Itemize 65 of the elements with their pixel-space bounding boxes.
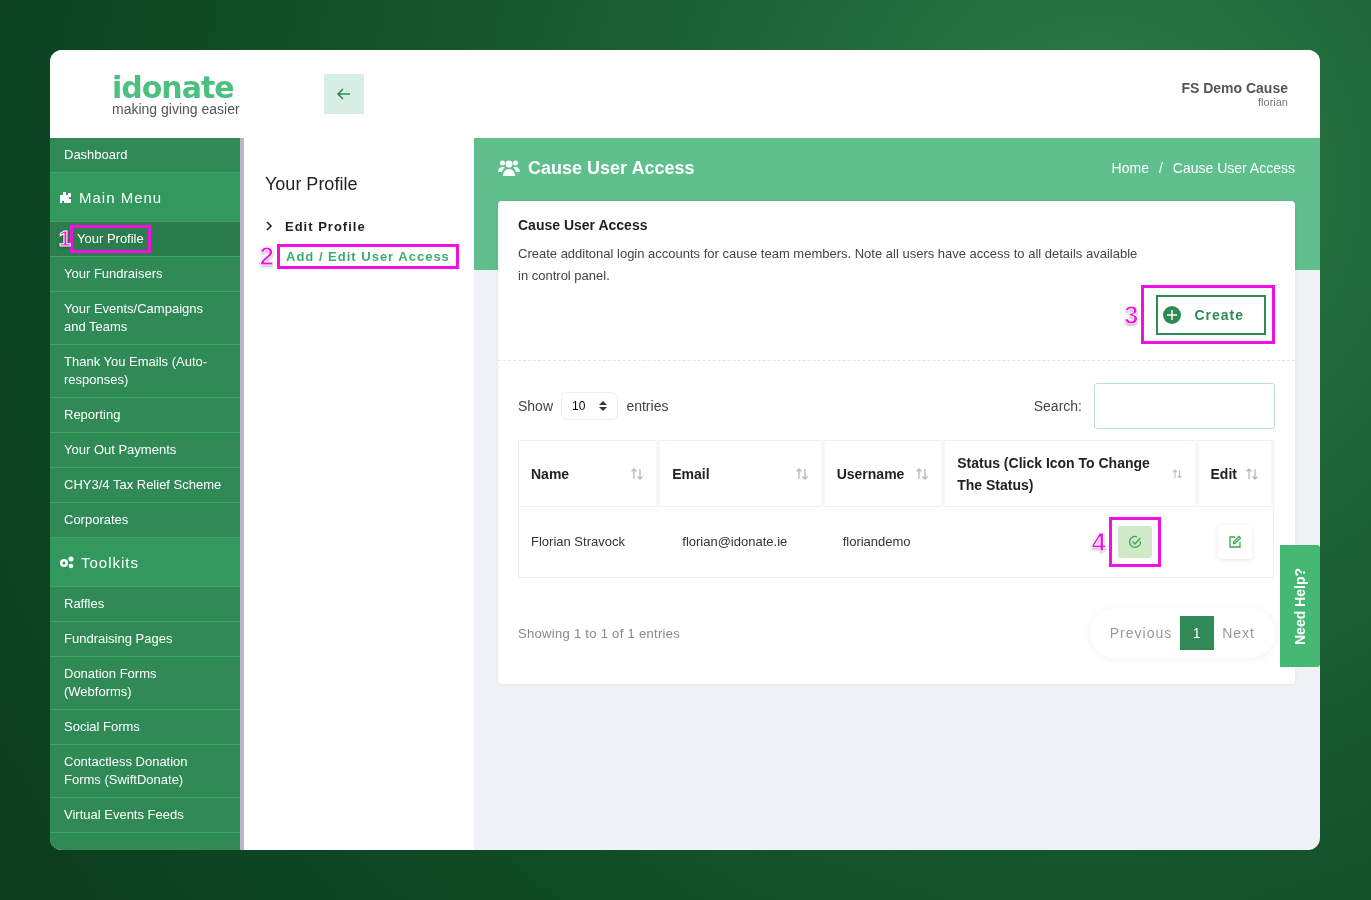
users-icon bbox=[498, 159, 520, 177]
status-toggle-button[interactable] bbox=[1117, 526, 1152, 558]
sidebar-item[interactable]: Virtual Events Feeds bbox=[50, 798, 240, 833]
check-circle-icon bbox=[1127, 535, 1142, 549]
sidebar-item[interactable]: Donation Forms (Webforms) bbox=[50, 657, 240, 710]
sidebar-item[interactable]: CHY3/4 Tax Relief Scheme bbox=[50, 468, 240, 503]
card-description: Create additonal login accounts for cause team members. Note all users have access to all details available in control panel. bbox=[518, 245, 1138, 285]
column-header[interactable]: Status (Click Icon To Change The Status) bbox=[957, 451, 1164, 496]
puzzle-icon bbox=[59, 190, 73, 204]
sidebar-section-title: Main Menu bbox=[79, 188, 163, 206]
account-name: FS Demo Cause bbox=[1181, 80, 1288, 96]
column-header[interactable]: Username bbox=[836, 462, 905, 485]
entries-label: entries bbox=[626, 398, 669, 414]
chevron-right-icon bbox=[265, 221, 273, 231]
card-title: Cause User Access bbox=[518, 217, 649, 233]
arrow-left-icon bbox=[335, 86, 352, 102]
table-info: Showing 1 to 1 of 1 entries bbox=[518, 625, 681, 641]
search-field[interactable] bbox=[1094, 383, 1275, 429]
sidebar-item[interactable]: Your Fundraisers bbox=[50, 257, 240, 292]
sidebar-item[interactable]: Thank You Emails (Auto-responses) bbox=[50, 345, 240, 398]
back-button[interactable] bbox=[323, 74, 364, 114]
search-label: Search: bbox=[1033, 398, 1082, 414]
sort-icon[interactable] bbox=[794, 466, 809, 481]
plus-circle-icon bbox=[1162, 305, 1183, 325]
page-button[interactable]: Next bbox=[1214, 616, 1263, 650]
gears-icon bbox=[59, 555, 75, 569]
sidebar-section-title: Toolkits bbox=[81, 553, 140, 571]
show-label: Show bbox=[518, 398, 554, 414]
sort-icon[interactable] bbox=[1245, 466, 1259, 481]
help-tab[interactable]: Need Help? bbox=[1280, 545, 1320, 667]
sidebar-item[interactable]: Reporting bbox=[50, 398, 240, 433]
logo-tagline: making giving easier bbox=[112, 101, 240, 116]
sort-caret-icon bbox=[599, 401, 608, 411]
page-title: Cause User Access bbox=[528, 157, 695, 179]
step-number: 3 bbox=[1123, 299, 1139, 330]
page-button[interactable]: 1 bbox=[1180, 616, 1215, 650]
table-cell: florian@idonate.ie bbox=[658, 506, 823, 578]
sidebar-item[interactable]: Contactless Donation Forms (SwiftDonate) bbox=[50, 745, 240, 798]
breadcrumb-separator: / bbox=[1158, 160, 1163, 176]
page-size-select[interactable]: 10 bbox=[561, 392, 619, 420]
create-button[interactable]: Create bbox=[1156, 295, 1266, 335]
breadcrumb-link[interactable]: Cause User Access bbox=[1172, 160, 1295, 176]
sidebar-item[interactable]: Fundraising Pages bbox=[50, 622, 240, 657]
breadcrumb-link[interactable]: Home bbox=[1111, 160, 1149, 176]
sidebar-item[interactable]: Your Out Payments bbox=[50, 433, 240, 468]
edit-button[interactable] bbox=[1217, 525, 1252, 559]
edit-icon bbox=[1227, 535, 1242, 549]
column-header[interactable]: Name bbox=[531, 462, 570, 485]
step-number: 4 bbox=[1091, 532, 1106, 552]
logo: idonate bbox=[112, 72, 234, 103]
sidebar-item[interactable]: Social Forms bbox=[50, 710, 240, 745]
account-username: florian bbox=[1258, 96, 1288, 108]
table-cell: floriandemo bbox=[822, 506, 944, 578]
sidebar-item[interactable]: Raffles bbox=[50, 587, 240, 622]
page-button[interactable]: Previous bbox=[1101, 616, 1181, 650]
column-header[interactable]: Edit bbox=[1210, 462, 1237, 485]
step-number: 2 bbox=[259, 240, 274, 272]
sort-icon[interactable] bbox=[915, 466, 930, 481]
submenu-title: Your Profile bbox=[265, 174, 359, 195]
table-cell: Florian Stravock bbox=[518, 506, 659, 578]
submenu-link[interactable]: Add / Edit User Access bbox=[280, 246, 456, 266]
column-header[interactable]: Email bbox=[672, 462, 710, 485]
sidebar-item[interactable]: Your Events/Campaigns and Teams bbox=[50, 292, 240, 345]
submenu-link[interactable]: Edit Profile bbox=[279, 216, 372, 236]
sort-icon[interactable] bbox=[630, 466, 645, 481]
